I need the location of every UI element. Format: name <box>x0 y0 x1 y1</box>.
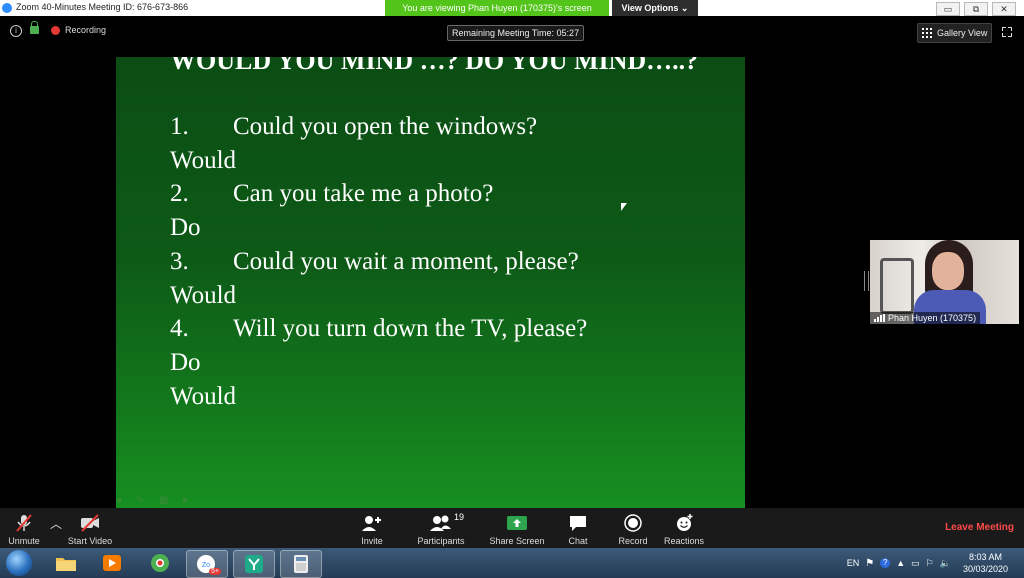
tray-flag-icon[interactable]: ⚑ <box>865 558 874 569</box>
participants-icon: 19 <box>428 512 464 535</box>
meeting-toolbar: Unmute ︿ Start Video Invite 19 Participa… <box>0 508 1024 548</box>
chat-button[interactable]: Chat <box>564 508 592 548</box>
calculator-app-icon[interactable] <box>280 550 322 578</box>
info-icon[interactable]: i <box>10 25 22 37</box>
participant-name-tag: Phan Huyen (170375) <box>870 312 981 324</box>
share-screen-label: Share Screen <box>489 536 545 546</box>
leave-meeting-button[interactable]: Leave Meeting <box>945 522 1014 533</box>
zoom-taskbar-icon[interactable]: Zo 5+ <box>186 550 228 578</box>
network-icon[interactable]: ▭ <box>911 558 920 569</box>
green-app-icon[interactable] <box>233 550 275 578</box>
clock-time: 8:03 AM <box>968 552 1002 562</box>
zoom-notification-badge: 5+ <box>209 568 221 575</box>
chrome-like-app-icon[interactable] <box>140 550 180 576</box>
share-screen-icon <box>506 513 528 535</box>
minimize-button[interactable]: ▭ <box>936 2 960 16</box>
participant-name: Phan Huyen (170375) <box>888 313 977 323</box>
tray-overflow-icon[interactable]: ▲ <box>896 558 905 568</box>
background-object <box>880 258 914 314</box>
slide-question-2: 2. Can you take me a photo? <box>170 180 494 207</box>
gallery-view-label: Gallery View <box>937 28 988 38</box>
slide-answer-4: Do <box>170 349 201 376</box>
start-video-button[interactable]: Start Video <box>64 508 116 548</box>
slide-question-1: 1. Could you open the windows? <box>170 113 538 140</box>
start-video-label: Start Video <box>67 536 113 546</box>
record-label: Record <box>618 536 648 546</box>
participant-video-tile[interactable]: Phan Huyen (170375) <box>870 240 1019 324</box>
slide-toolbar-icons: ◂ ✎ ▦ ▸ <box>116 495 195 506</box>
clock-date: 30/03/2020 <box>962 564 1008 574</box>
system-tray: EN ⚑ ? ▲ ▭ ⚐ 🔈 8:03 AM 30/03/2020 <box>847 548 1024 578</box>
muted-microphone-icon <box>14 513 34 535</box>
reactions-button[interactable]: Reactions <box>662 508 706 548</box>
gallery-view-button[interactable]: Gallery View <box>917 23 992 43</box>
unmute-button[interactable]: Unmute <box>4 508 44 548</box>
window-title: Zoom 40-Minutes Meeting ID: 676-673-866 <box>16 2 189 12</box>
meeting-top-bar: i Recording Remaining Meeting Time: 05:2… <box>0 16 1024 56</box>
recording-label: Recording <box>65 25 107 35</box>
grid-icon <box>922 28 932 38</box>
slide-question-3: 3. Could you wait a moment, please? <box>170 248 579 275</box>
media-player-icon[interactable] <box>92 550 132 576</box>
shared-screen-slide: WOULD YOU MIND …? DO YOU MIND…..? 1. Coul… <box>116 57 745 508</box>
viewing-screen-banner: You are viewing Phan Huyen (170375)'s sc… <box>385 0 609 16</box>
reactions-label: Reactions <box>663 536 705 546</box>
slide-answer-2: Do <box>170 214 201 241</box>
smiley-icon <box>674 513 694 535</box>
volume-icon[interactable]: 🔈 <box>940 558 951 569</box>
help-icon[interactable]: ? <box>880 558 891 568</box>
taskbar-clock[interactable]: 8:03 AM 30/03/2020 <box>963 551 1008 575</box>
recording-dot-icon <box>51 26 60 35</box>
chat-bubble-icon <box>568 513 588 535</box>
audio-options-button[interactable]: ︿ <box>48 508 64 548</box>
file-explorer-icon[interactable] <box>46 550 86 576</box>
restore-button[interactable]: ⧉ <box>964 2 988 16</box>
slide-question-4: 4. Will you turn down the TV, please? <box>170 315 588 342</box>
chevron-up-icon: ︿ <box>49 517 62 531</box>
unmute-label: Unmute <box>8 536 40 546</box>
view-options-button[interactable]: View Options ⌄ <box>612 0 698 16</box>
fullscreen-icon[interactable] <box>1002 27 1012 37</box>
invite-button[interactable]: Invite <box>356 508 388 548</box>
zoom-app-icon <box>2 3 12 13</box>
signal-strength-icon <box>874 314 885 322</box>
share-screen-button[interactable]: Share Screen <box>489 508 545 548</box>
invite-label: Invite <box>361 536 383 546</box>
participants-count: 19 <box>454 512 465 522</box>
start-button-icon[interactable] <box>6 550 32 576</box>
participant-face <box>932 252 964 290</box>
panel-splitter-handle[interactable] <box>864 271 869 291</box>
window-controls: ▭ ⧉ ✕ <box>936 2 1016 16</box>
record-icon <box>623 513 643 535</box>
slide-answer-1: Would <box>170 147 237 174</box>
participants-button[interactable]: 19 Participants <box>414 508 468 548</box>
chat-label: Chat <box>568 536 588 546</box>
lock-icon[interactable] <box>30 21 39 34</box>
svg-text:Zo: Zo <box>202 562 210 569</box>
remaining-meeting-time: Remaining Meeting Time: 05:27 <box>447 25 585 41</box>
windows-taskbar: Zo 5+ EN ⚑ ? ▲ ▭ ⚐ 🔈 8:03 AM 30/03/2020 <box>0 548 1024 578</box>
participants-label: Participants <box>417 536 465 546</box>
invite-person-icon <box>361 513 383 535</box>
video-off-icon <box>79 513 101 535</box>
slide-answer-3: Would <box>170 282 237 309</box>
slide-answer-5: Would <box>170 383 237 410</box>
action-center-flag-icon[interactable]: ⚐ <box>926 558 934 569</box>
slide-title: WOULD YOU MIND …? DO YOU MIND…..? <box>170 57 699 75</box>
record-button[interactable]: Record <box>616 508 650 548</box>
language-indicator[interactable]: EN <box>847 558 860 568</box>
window-title-bar: Zoom 40-Minutes Meeting ID: 676-673-866 … <box>0 0 1024 16</box>
close-button[interactable]: ✕ <box>992 2 1016 16</box>
